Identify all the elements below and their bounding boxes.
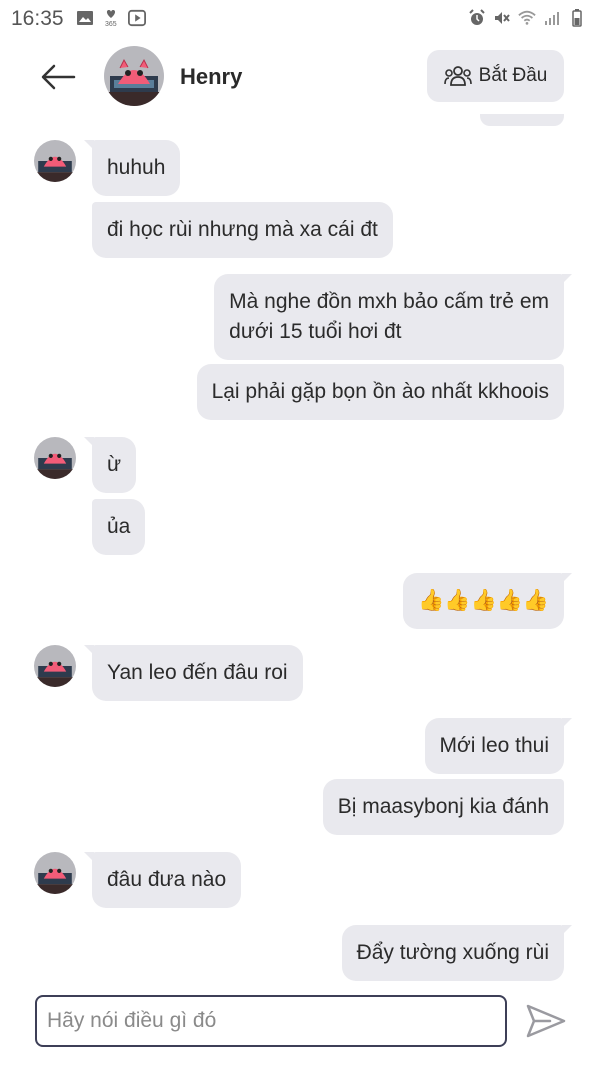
message-list[interactable]: huhuh đi học rùi nhưng mà xa cái đt Mà n… [0, 114, 600, 986]
start-button-label: Bắt Đầu [478, 65, 548, 86]
back-button[interactable] [40, 62, 80, 92]
message-bubble-outgoing[interactable]: 👍👍👍👍👍 [403, 573, 572, 629]
status-bar: 16:35 365 [0, 0, 600, 36]
contact-avatar-small[interactable] [34, 852, 76, 894]
signal-icon [543, 9, 561, 27]
message-bubble-outgoing[interactable]: Lại phải gặp bọn ồn ào nhất kkhoois [196, 364, 564, 420]
play-icon [128, 9, 146, 27]
send-button[interactable] [526, 1004, 566, 1038]
arrow-left-icon [41, 64, 76, 90]
previous-message-bubble [480, 114, 564, 126]
message-input[interactable] [35, 995, 507, 1047]
composer [0, 994, 600, 1054]
start-button[interactable]: Bắt Đầu [427, 50, 564, 102]
contact-avatar-small[interactable] [34, 645, 76, 687]
send-icon [526, 1004, 566, 1038]
chat-header: Henry Bắt Đầu [0, 40, 600, 114]
image-icon [76, 9, 94, 27]
alarm-icon [468, 9, 486, 27]
mute-icon [493, 9, 511, 27]
heart-365-icon: 365 [102, 9, 120, 27]
contact-avatar-small[interactable] [34, 140, 76, 182]
contact-name: Henry [180, 64, 243, 89]
svg-text:365: 365 [105, 21, 117, 27]
status-time: 16:35 [11, 7, 64, 30]
message-bubble-outgoing[interactable]: Mà nghe đồn mxh bảo cấm trẻ em dưới 15 t… [214, 274, 572, 360]
message-bubble-incoming[interactable]: đâu đưa nào [83, 852, 242, 908]
message-bubble-outgoing[interactable]: Bị maasybonj kia đánh [322, 779, 564, 835]
contact-avatar[interactable] [104, 46, 164, 106]
contact-avatar-small[interactable] [34, 437, 76, 479]
message-bubble-incoming[interactable]: ừ [83, 437, 137, 493]
message-bubble-outgoing[interactable]: Đẩy tường xuống rùi [341, 925, 573, 981]
message-bubble-incoming[interactable]: huhuh [83, 140, 181, 196]
wifi-icon [518, 9, 536, 27]
group-icon [443, 66, 472, 86]
battery-icon [568, 9, 586, 27]
message-bubble-incoming[interactable]: đi học rùi nhưng mà xa cái đt [92, 202, 393, 258]
message-bubble-incoming[interactable]: Yan leo đến đâu roi [84, 645, 303, 701]
message-bubble-incoming[interactable]: ủa [92, 499, 146, 555]
message-bubble-outgoing[interactable]: Mới leo thui [424, 718, 573, 774]
